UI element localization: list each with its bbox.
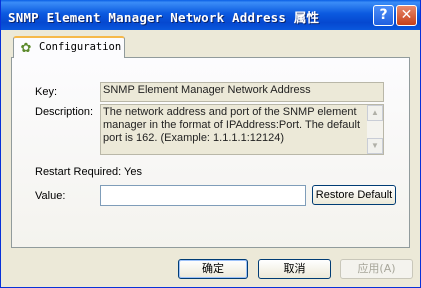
window-title: SNMP Element Manager Network Address 属性 — [8, 10, 320, 25]
tab-configuration[interactable]: ✿ Configuration — [13, 36, 125, 58]
value-input[interactable] — [100, 185, 306, 206]
key-label: Key: — [35, 86, 58, 98]
scroll-up-icon[interactable]: ▲ — [367, 105, 383, 121]
description-label: Description: — [35, 106, 94, 118]
close-button[interactable]: ✕ — [396, 5, 417, 26]
description-scrollbar[interactable]: ▲ ▼ — [367, 105, 383, 154]
apply-button[interactable]: 应用(A) — [340, 259, 413, 279]
ok-button[interactable]: 确定 — [178, 259, 248, 279]
properties-dialog: SNMP Element Manager Network Address 属性 … — [0, 0, 421, 288]
cancel-button[interactable]: 取消 — [258, 259, 331, 279]
help-button[interactable]: ? — [373, 5, 394, 26]
help-icon: ? — [379, 7, 388, 23]
title-bar[interactable]: SNMP Element Manager Network Address 属性 … — [1, 0, 420, 30]
scroll-down-icon[interactable]: ▼ — [367, 138, 383, 154]
configuration-icon: ✿ — [20, 40, 32, 55]
key-field: SNMP Element Manager Network Address — [100, 82, 384, 102]
restore-default-button[interactable]: Restore Default — [312, 185, 396, 205]
tab-configuration-label: Configuration — [39, 41, 122, 53]
value-label: Value: — [35, 190, 66, 202]
description-text: The network address and port of the SNMP… — [103, 106, 361, 144]
close-icon: ✕ — [400, 7, 413, 23]
restart-required-label: Restart Required: — [35, 166, 122, 178]
description-field: The network address and port of the SNMP… — [100, 104, 384, 155]
restart-required-value: Yes — [124, 166, 142, 178]
